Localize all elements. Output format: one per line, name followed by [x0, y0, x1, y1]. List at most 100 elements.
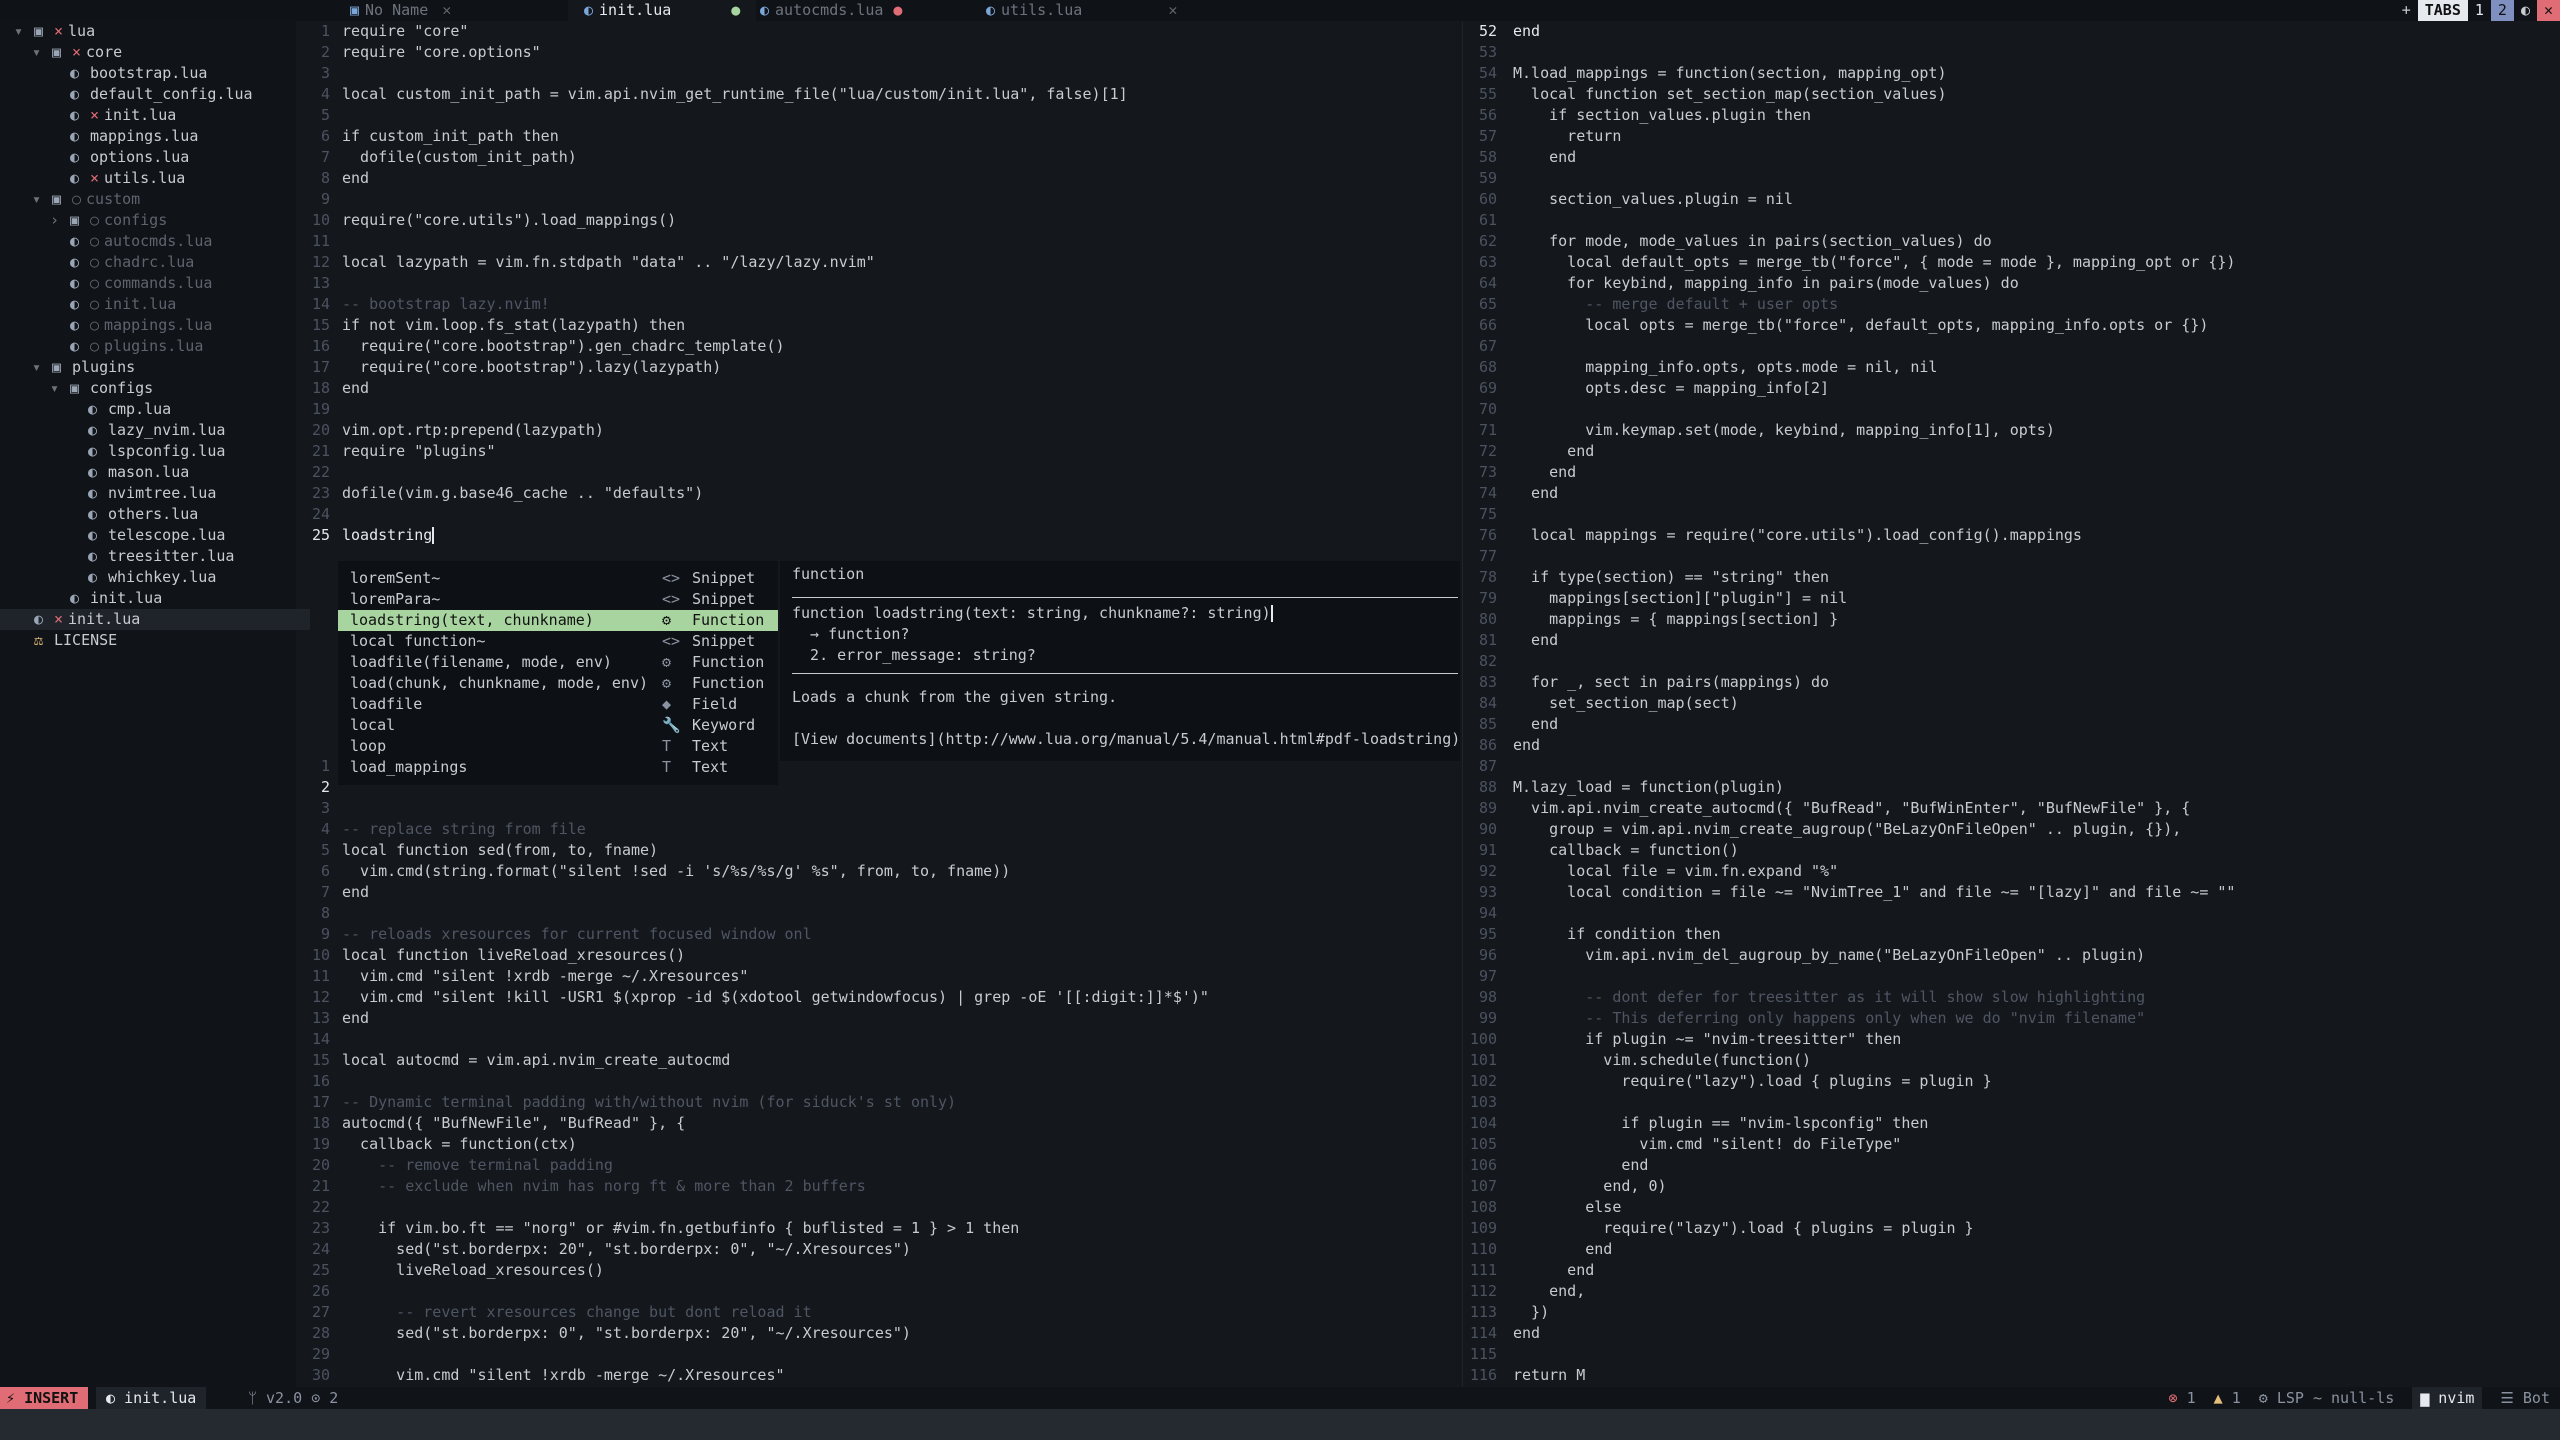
tree-item[interactable]: ◐ mason.lua	[68, 462, 189, 483]
tab-no-name[interactable]: ▣ No Name ✕	[350, 0, 451, 21]
new-tab-button[interactable]: +	[2395, 0, 2418, 21]
code-line[interactable]: -- revert xresources change but dont rel…	[342, 1302, 811, 1323]
code-line[interactable]: -- Dynamic terminal padding with/without…	[342, 1092, 956, 1113]
code-line[interactable]: M.load_mappings = function(section, mapp…	[1513, 63, 1946, 84]
code-line[interactable]: end	[1513, 1155, 1648, 1176]
code-line[interactable]: local function set_section_map(section_v…	[1513, 84, 1946, 105]
tab-autocmds-lua[interactable]: ◐ autocmds.lua ●	[760, 0, 902, 21]
code-line[interactable]: section_values.plugin = nil	[1513, 189, 1793, 210]
code-line[interactable]: if condition then	[1513, 924, 1721, 945]
code-line[interactable]: -- reloads xresources for current focuse…	[342, 924, 812, 945]
code-line[interactable]: -- bootstrap lazy.nvim!	[342, 294, 550, 315]
code-line[interactable]: vim.api.nvim_create_autocmd({ "BufRead",…	[1513, 798, 2190, 819]
code-line[interactable]: end	[1513, 1260, 1594, 1281]
code-line[interactable]: -- exclude when nvim has norg ft & more …	[342, 1176, 866, 1197]
tree-item[interactable]: ◐ nvimtree.lua	[68, 483, 216, 504]
tab-utils-lua[interactable]: ◐ utils.lua ✕	[986, 0, 1177, 21]
code-line[interactable]: local condition = file ~= "NvimTree_1" a…	[1513, 882, 2235, 903]
code-line[interactable]: end	[1513, 147, 1576, 168]
completion-item[interactable]: loremSent~ <> Snippet	[338, 568, 778, 589]
tree-item[interactable]: ⚖ LICENSE	[14, 630, 117, 651]
tree-item[interactable]: ◐ init.lua	[50, 588, 162, 609]
code-line[interactable]: end	[342, 168, 369, 189]
tree-item[interactable]: ◐ options.lua	[50, 147, 189, 168]
code-line[interactable]: else	[1513, 1197, 1621, 1218]
code-line[interactable]: end	[1513, 1239, 1612, 1260]
code-line[interactable]: loadstring	[342, 525, 435, 546]
code-line[interactable]: for keybind, mapping_info in pairs(mode_…	[1513, 273, 2019, 294]
editor-pane-right[interactable]: 52 end 53 54 M.load_mappings = function(sect…	[1462, 21, 2560, 1387]
code-line[interactable]: vim.keymap.set(mode, keybind, mapping_in…	[1513, 420, 2055, 441]
code-line[interactable]: require "plugins"	[342, 441, 496, 462]
tree-item[interactable]: ◐ ○ commands.lua	[50, 273, 212, 294]
tree-item[interactable]: ▾ ▣ plugins	[32, 357, 135, 378]
code-line[interactable]: end	[1513, 714, 1558, 735]
code-line[interactable]: end	[342, 882, 369, 903]
code-line[interactable]: sed("st.borderpx: 20", "st.borderpx: 0",…	[342, 1239, 911, 1260]
code-line[interactable]: for _, sect in pairs(mappings) do	[1513, 672, 1829, 693]
code-line[interactable]: liveReload_xresources()	[342, 1260, 604, 1281]
doc-link[interactable]: [View documents](http://www.lua.org/manu…	[792, 729, 1460, 750]
code-line[interactable]: if vim.bo.ft == "norg" or #vim.fn.getbuf…	[342, 1218, 1019, 1239]
code-line[interactable]: local function sed(from, to, fname)	[342, 840, 658, 861]
tree-item[interactable]: ◐ lspconfig.lua	[68, 441, 225, 462]
completion-menu[interactable]: loremSent~ <> Snippet loremPara~ <> Snippet lo…	[338, 561, 778, 785]
close-icon[interactable]: ✕	[1168, 1, 1177, 19]
code-line[interactable]: if section_values.plugin then	[1513, 105, 1811, 126]
diagnostics[interactable]: ⊗ 1 ▲ 1	[2169, 1387, 2241, 1409]
tree-item[interactable]: ◐ whichkey.lua	[68, 567, 216, 588]
tree-item[interactable]: ▾ ▣ × lua	[14, 21, 95, 42]
code-line[interactable]: M.lazy_load = function(plugin)	[1513, 777, 1784, 798]
tree-item[interactable]: ◐ telescope.lua	[68, 525, 225, 546]
tree-item[interactable]: ◐ cmp.lua	[68, 399, 171, 420]
code-line[interactable]: vim.cmd(string.format("silent !sed -i 's…	[342, 861, 1010, 882]
code-line[interactable]: vim.cmd "silent !xrdb -merge ~/.Xresourc…	[342, 1365, 784, 1386]
code-line[interactable]: local autocmd = vim.api.nvim_create_auto…	[342, 1050, 730, 1071]
tabpage-2-button[interactable]: 2	[2490, 0, 2514, 21]
code-line[interactable]: end,	[1513, 1281, 1585, 1302]
close-icon[interactable]: ✕	[2536, 0, 2560, 21]
code-line[interactable]: if plugin ~= "nvim-treesitter" then	[1513, 1029, 1901, 1050]
code-line[interactable]: end, 0)	[1513, 1176, 1666, 1197]
code-line[interactable]: vim.cmd "silent !xrdb -merge ~/.Xresourc…	[342, 966, 748, 987]
code-line[interactable]: sed("st.borderpx: 0", "st.borderpx: 20",…	[342, 1323, 911, 1344]
completion-item[interactable]: loremPara~ <> Snippet	[338, 589, 778, 610]
code-line[interactable]: end	[342, 1008, 369, 1029]
code-line[interactable]: require("lazy").load { plugins = plugin …	[1513, 1071, 1991, 1092]
code-line[interactable]: mappings = { mappings[section] }	[1513, 609, 1838, 630]
code-line[interactable]: callback = function(ctx)	[342, 1134, 577, 1155]
tree-item[interactable]: ▾ ▣ × core	[32, 42, 122, 63]
code-line[interactable]: for mode, mode_values in pairs(section_v…	[1513, 231, 1992, 252]
tree-item[interactable]: ◐ treesitter.lua	[68, 546, 234, 567]
completion-item[interactable]: loop T Text	[338, 736, 778, 757]
code-line[interactable]: if plugin == "nvim-lspconfig" then	[1513, 1113, 1928, 1134]
code-line[interactable]: -- remove terminal padding	[342, 1155, 613, 1176]
completion-item[interactable]: load(chunk, chunkname, mode, env) ⚙ Functi…	[338, 673, 778, 694]
code-line[interactable]: local opts = merge_tb("force", default_o…	[1513, 315, 2208, 336]
code-line[interactable]: -- replace string from file	[342, 819, 586, 840]
completion-item[interactable]: loadfile(filename, mode, env) ⚙ Function	[338, 652, 778, 673]
code-line[interactable]: vim.cmd "silent !kill -USR1 $(xprop -id …	[342, 987, 1209, 1008]
code-line[interactable]: end	[1513, 462, 1576, 483]
code-line[interactable]: return	[1513, 126, 1621, 147]
code-line[interactable]: -- This deferring only happens only when…	[1513, 1008, 2145, 1029]
code-line[interactable]: local lazypath = vim.fn.stdpath "data" .…	[342, 252, 875, 273]
code-line[interactable]: if not vim.loop.fs_stat(lazypath) then	[342, 315, 685, 336]
tree-item[interactable]: ◐ bootstrap.lua	[50, 63, 207, 84]
code-line[interactable]: callback = function()	[1513, 840, 1739, 861]
command-line[interactable]	[0, 1409, 2560, 1440]
code-line[interactable]: })	[1513, 1302, 1549, 1323]
code-line[interactable]: vim.schedule(function()	[1513, 1050, 1811, 1071]
tabpage-1-button[interactable]: 1	[2468, 0, 2491, 21]
code-line[interactable]: vim.cmd "silent! do FileType"	[1513, 1134, 1901, 1155]
tree-item[interactable]: › ▣ ○ configs	[50, 210, 167, 231]
code-line[interactable]: end	[1513, 1323, 1540, 1344]
code-line[interactable]: end	[1513, 483, 1558, 504]
code-line[interactable]: opts.desc = mapping_info[2]	[1513, 378, 1829, 399]
code-line[interactable]: vim.opt.rtp:prepend(lazypath)	[342, 420, 604, 441]
code-line[interactable]: dofile(custom_init_path)	[342, 147, 577, 168]
code-line[interactable]: end	[342, 378, 369, 399]
code-line[interactable]: end	[1513, 441, 1594, 462]
tree-item[interactable]: ◐ ○ autocmds.lua	[50, 231, 212, 252]
code-line[interactable]: dofile(vim.g.base46_cache .. "defaults")	[342, 483, 703, 504]
